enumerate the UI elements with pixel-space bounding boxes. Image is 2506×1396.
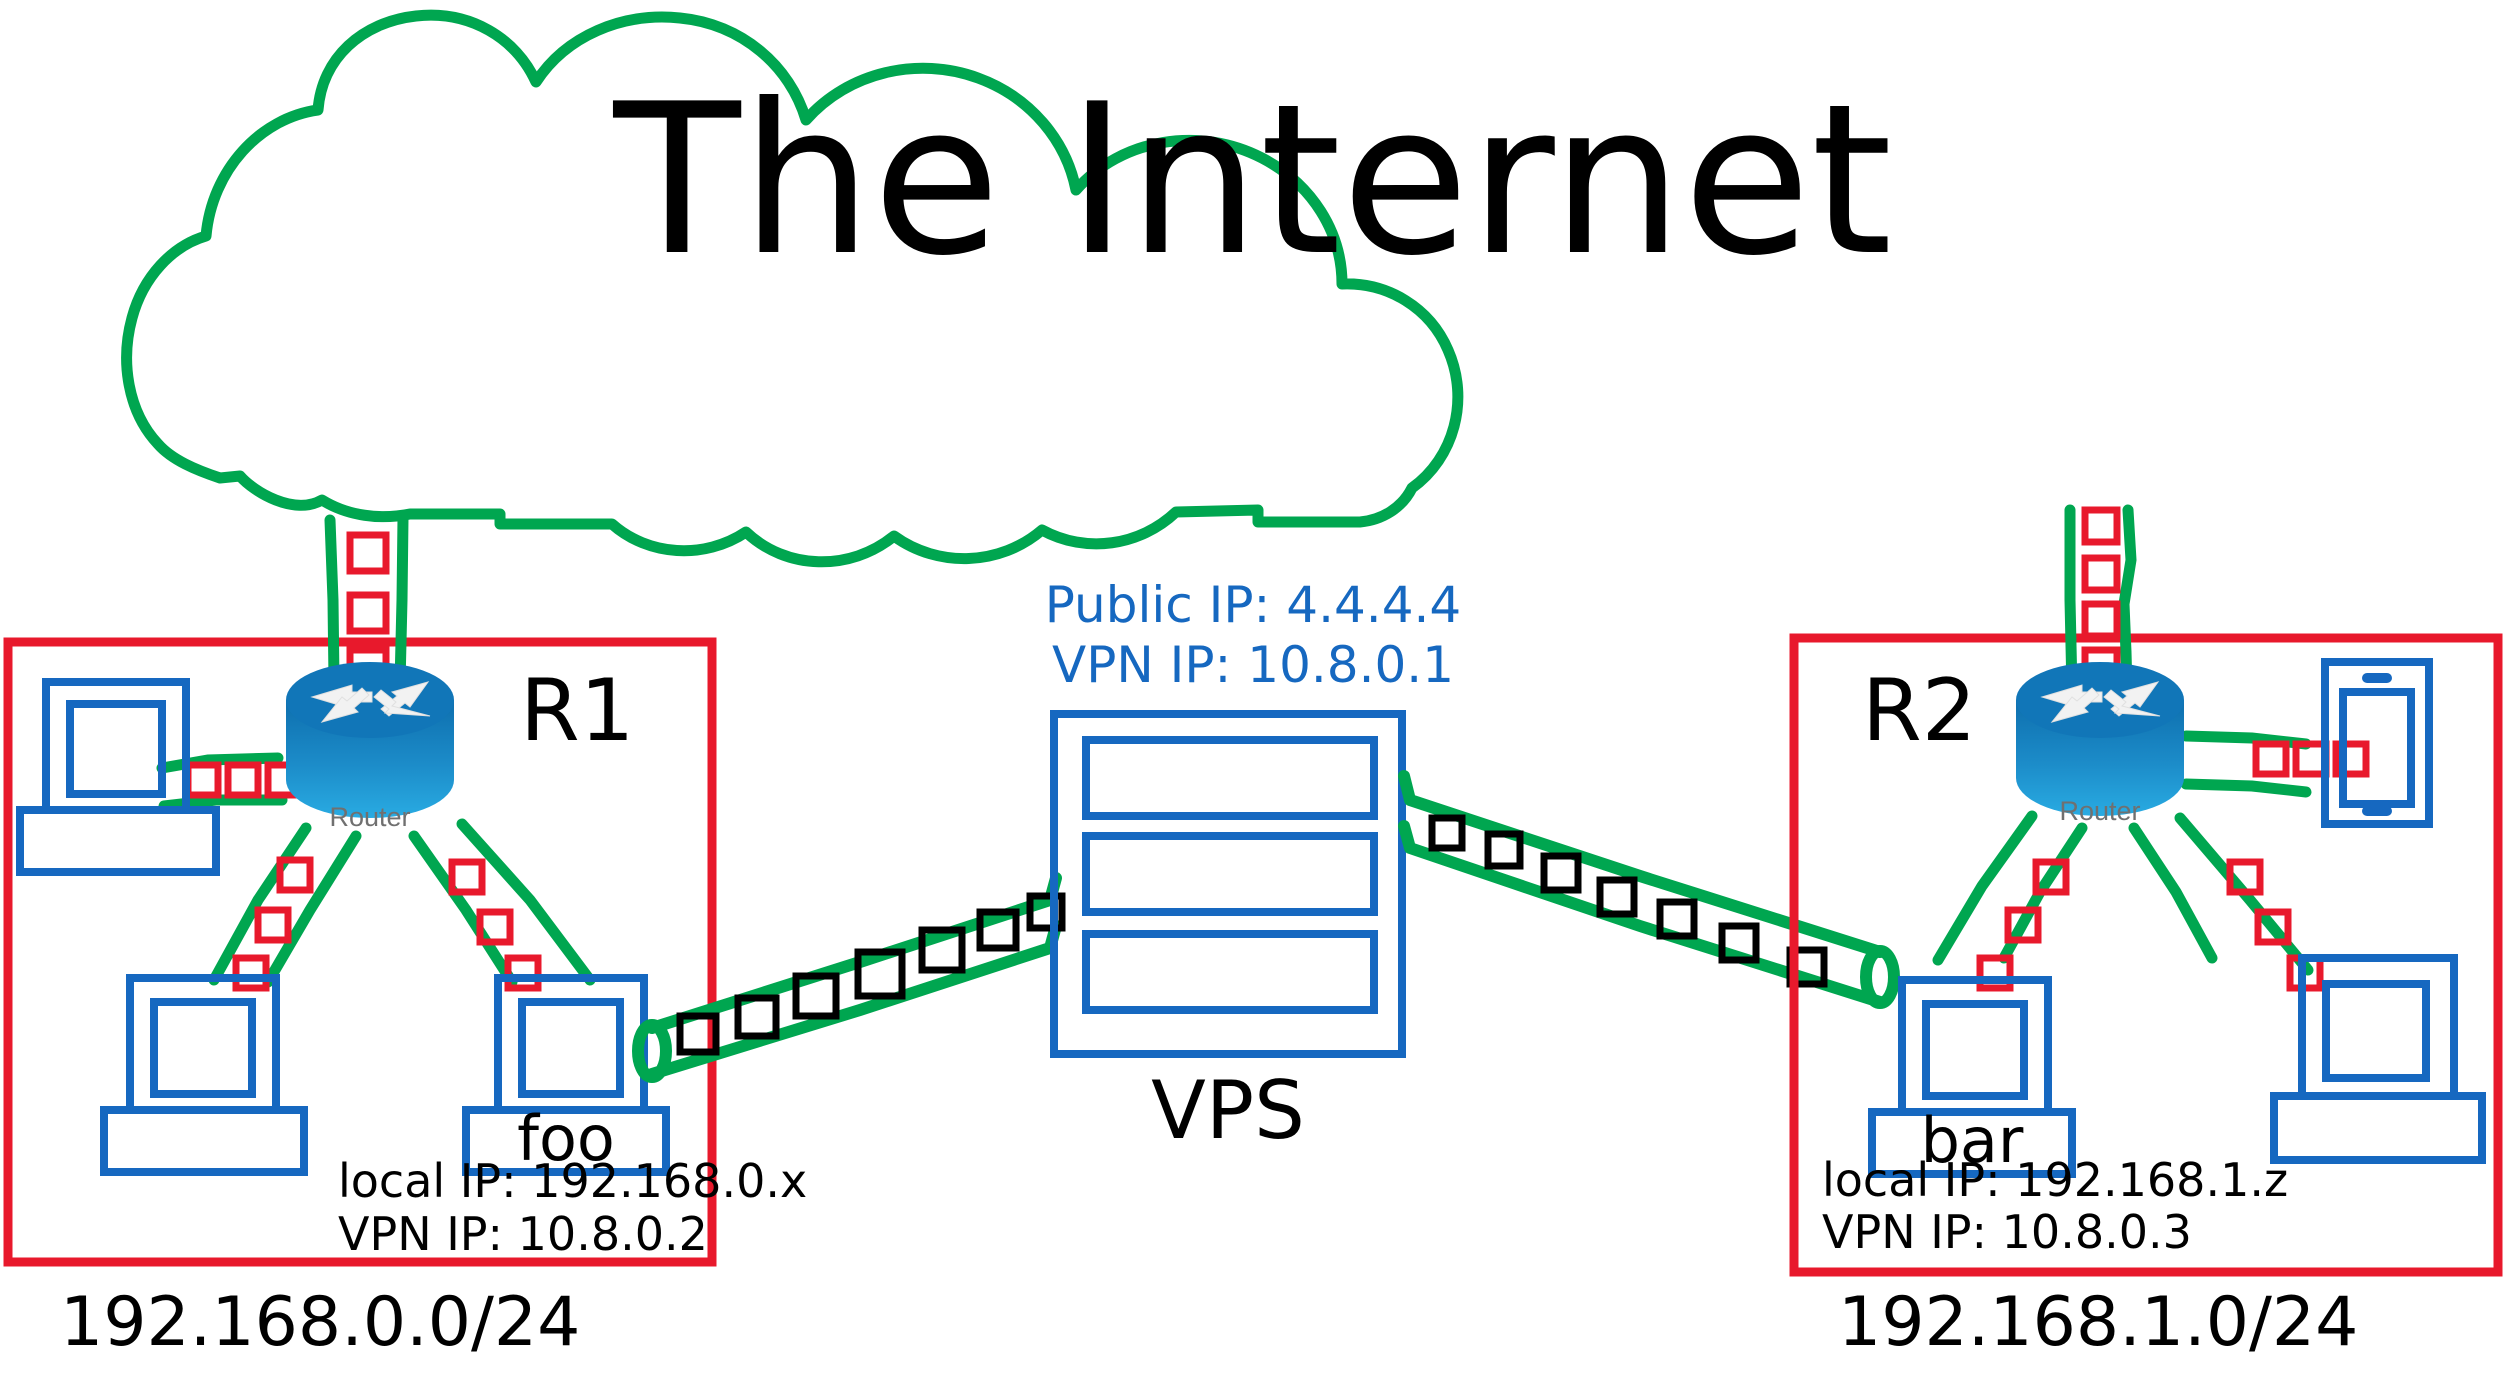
router-name-r2: R2 xyxy=(1862,661,1976,761)
computer-base xyxy=(100,1106,308,1176)
router-name-r1: R1 xyxy=(520,661,634,761)
right-subnet-label: 192.168.1.0/24 xyxy=(1838,1283,2358,1362)
packet xyxy=(346,531,390,575)
diagram-svg: The Internet 192.168.0.0/24 Router R1 fo… xyxy=(3,9,2503,1362)
left-uplink-rail-a xyxy=(324,514,340,686)
rack-chassis xyxy=(1050,710,1406,1058)
tablet-screen xyxy=(2339,688,2415,808)
tablet-home-button xyxy=(2362,806,2392,816)
tunnel-rail-bottom xyxy=(1398,820,1886,1008)
packet xyxy=(2081,600,2121,640)
r2-link-tablet-b xyxy=(2180,778,2312,798)
server-rack-icon xyxy=(1050,710,1406,1058)
foo-vpn-ip-label: VPN IP: 10.8.0.2 xyxy=(338,1207,708,1261)
right-uplink-rail-a xyxy=(2064,504,2078,696)
rack-slot xyxy=(1082,736,1378,820)
vps-public-ip-label: Public IP: 4.4.4.4 xyxy=(1045,576,1461,634)
desktop-computer-foo[interactable]: foo xyxy=(462,974,670,1176)
vpn-tunnel-left xyxy=(632,872,1066,1083)
router-icon-r1[interactable]: Router R1 xyxy=(286,661,634,832)
router-icon-r2[interactable]: Router R2 xyxy=(1862,661,2184,826)
tablet-device[interactable] xyxy=(2321,658,2433,828)
router-icon-label-r1: Router xyxy=(329,802,410,832)
desktop-computer-right-3[interactable] xyxy=(2270,954,2486,1164)
vpn-tunnel-right xyxy=(1398,770,1900,1009)
left-uplink-rail-b xyxy=(394,512,409,690)
rack-slot xyxy=(1082,930,1378,1014)
packet xyxy=(1540,852,1582,894)
monitor-screen xyxy=(66,700,166,798)
vps-label: VPS xyxy=(1151,1064,1305,1157)
tunnel-end-cap xyxy=(1860,945,1900,1009)
bar-vpn-ip-label: VPN IP: 10.8.0.3 xyxy=(1822,1205,2192,1259)
foo-local-ip-label: local IP: 192.168.0.x xyxy=(338,1154,807,1208)
left-uplink-link xyxy=(324,512,409,690)
tablet-speaker xyxy=(2362,673,2392,683)
router-icon-label-r2: Router xyxy=(2059,796,2140,826)
packet xyxy=(2081,554,2121,594)
network-diagram-canvas: The Internet 192.168.0.0/24 Router R1 fo… xyxy=(0,0,2506,1396)
left-subnet-label: 192.168.0.0/24 xyxy=(60,1283,580,1362)
packet xyxy=(346,591,390,635)
monitor-screen xyxy=(150,998,256,1098)
packet xyxy=(2252,740,2290,778)
vps-node[interactable]: Public IP: 4.4.4.4 VPN IP: 10.8.0.1 VPS xyxy=(1045,576,1461,1157)
tunnel-right-packets xyxy=(1428,814,1828,988)
desktop-computer-bar[interactable]: bar xyxy=(1868,976,2076,1178)
packet xyxy=(232,954,270,992)
packet xyxy=(224,761,262,799)
packet xyxy=(184,761,222,799)
cloud-title: The Internet xyxy=(613,60,1893,302)
packet xyxy=(254,906,292,944)
monitor-screen xyxy=(2322,980,2430,1082)
bar-local-ip-label: local IP: 192.168.1.z xyxy=(1822,1153,2288,1207)
packet xyxy=(1428,814,1466,852)
monitor-screen xyxy=(1922,1000,2028,1100)
r1-link-pc1-b xyxy=(158,794,288,812)
right-uplink-rail-b xyxy=(2118,504,2137,696)
computer-base xyxy=(2270,1092,2486,1164)
desktop-computer-left-2[interactable] xyxy=(100,974,308,1176)
rack-slot xyxy=(1082,832,1378,916)
computer-base xyxy=(16,806,220,876)
monitor-screen xyxy=(518,998,624,1098)
desktop-computer-left-1[interactable] xyxy=(16,678,220,876)
vps-vpn-ip-label: VPN IP: 10.8.0.1 xyxy=(1052,636,1454,694)
internet-cloud: The Internet xyxy=(121,9,1893,568)
packet xyxy=(2081,506,2121,546)
